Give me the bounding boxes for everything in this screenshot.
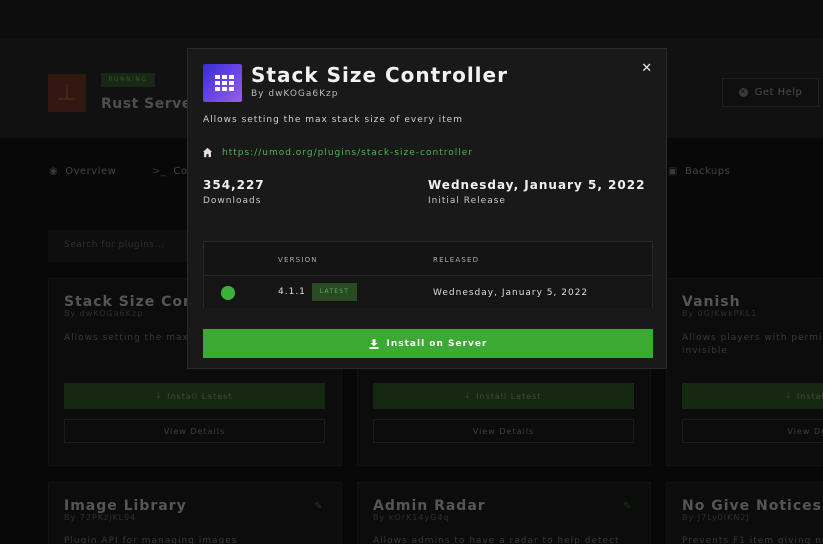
downloads-label: Downloads	[203, 196, 262, 206]
install-label: Install on Server	[386, 338, 488, 349]
version-number: 4.1.1	[278, 287, 306, 297]
modal-author: By dwKOGa6Kzp	[251, 89, 339, 99]
version-column-header: VERSION	[278, 256, 318, 264]
download-icon	[369, 338, 379, 349]
close-icon[interactable]: ✕	[641, 62, 653, 76]
home-icon	[202, 147, 213, 158]
initial-release-label: Initial Release	[428, 196, 506, 206]
table-row[interactable]: 4.1.1 LATEST Wednesday, January 5, 2022	[204, 275, 652, 308]
plugin-homepage-link[interactable]: https://umod.org/plugins/stack-size-cont…	[222, 148, 473, 158]
versions-table: VERSION RELEASED 4.1.1 LATEST Wednesday,…	[203, 241, 653, 308]
downloads-value: 354,227	[203, 178, 265, 192]
install-on-server-button[interactable]: Install on Server	[203, 329, 653, 358]
plugin-details-modal: Stack Size Controller By dwKOGa6Kzp ✕ Al…	[187, 48, 667, 369]
latest-badge: LATEST	[312, 283, 357, 301]
release-date: Wednesday, January 5, 2022	[433, 288, 589, 298]
modal-title: Stack Size Controller	[251, 63, 508, 87]
grid-icon	[203, 64, 242, 102]
released-column-header: RELEASED	[433, 256, 480, 264]
modal-description: Allows setting the max stack size of eve…	[203, 115, 463, 125]
initial-release-value: Wednesday, January 5, 2022	[428, 178, 646, 192]
status-indicator	[221, 286, 235, 300]
